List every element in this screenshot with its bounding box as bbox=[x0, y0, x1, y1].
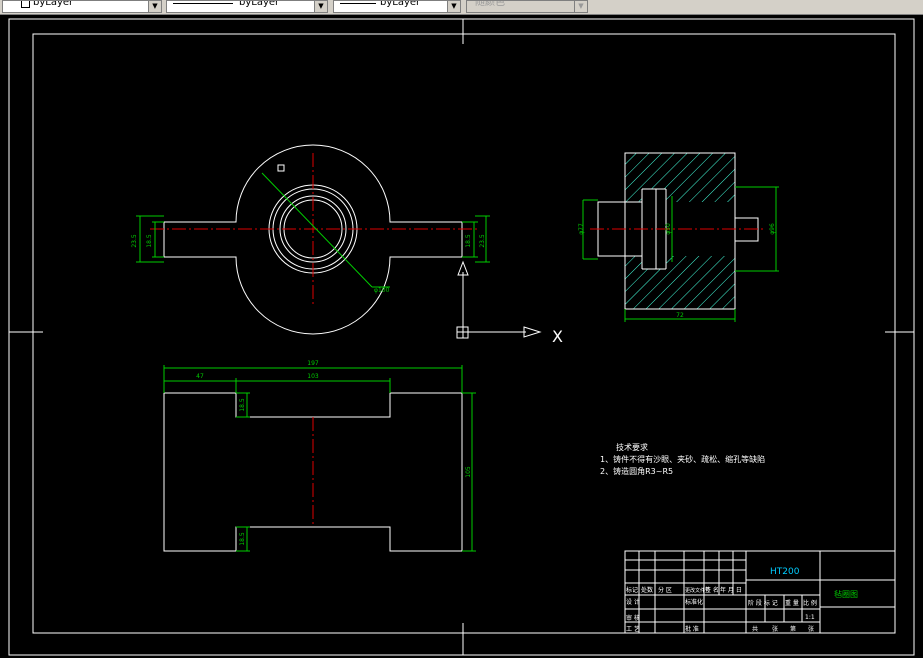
lineweight-value: byLayer bbox=[380, 0, 421, 8]
dim-side-bottom: 72 bbox=[676, 312, 684, 319]
ucs-x-label: X bbox=[552, 327, 563, 346]
lineweight-sample bbox=[340, 3, 376, 4]
plotstyle-combo[interactable]: 随颜色 ▼ bbox=[466, 0, 588, 13]
tb-sheet2: 张 bbox=[808, 625, 814, 633]
color-combo[interactable]: byLayer ▼ bbox=[2, 0, 162, 13]
material-text: HT200 bbox=[770, 567, 800, 577]
dim-side-mid: φ50 bbox=[665, 223, 672, 235]
dim-front-total: 197 bbox=[307, 360, 319, 367]
part-name: 毡圈图 bbox=[834, 589, 858, 599]
tb-count: 处数 bbox=[641, 586, 653, 594]
front-view: 197 47 103 18.5 18.5 105 bbox=[163, 360, 476, 552]
centering-marks bbox=[9, 19, 914, 655]
inner-frame bbox=[32, 33, 896, 634]
dim-front-height: 105 bbox=[465, 466, 472, 478]
tb-stage: 阶 段 标 记 bbox=[748, 599, 778, 607]
dim-top-right-inner: 18.5 bbox=[465, 234, 472, 248]
dim-front-mid: 103 bbox=[307, 373, 319, 380]
top-view: 23.5 18.5 18.5 23.5 φ100 bbox=[131, 144, 490, 335]
tech-line-2: 2、铸造圆角R3~R5 bbox=[600, 466, 673, 476]
linetype-combo[interactable]: byLayer ▼ bbox=[166, 0, 328, 13]
dim-diameter-100: φ100 bbox=[374, 287, 390, 294]
tb-approve: 批 准 bbox=[685, 625, 699, 633]
dim-top-right-outer: 23.5 bbox=[479, 234, 486, 248]
tb-sign: 签 名 bbox=[705, 586, 719, 594]
chevron-down-icon[interactable]: ▼ bbox=[314, 1, 327, 12]
ucs-icon bbox=[456, 260, 542, 339]
outer-frame bbox=[8, 18, 915, 656]
drawing-canvas[interactable]: 23.5 18.5 18.5 23.5 φ100 X φ77 φ50 φ96 7… bbox=[0, 15, 923, 658]
dim-top-left-inner: 18.5 bbox=[146, 234, 153, 248]
diameter-leader bbox=[261, 172, 373, 288]
tb-std: 标准化 bbox=[685, 598, 703, 606]
tb-process: 工 艺 bbox=[626, 625, 640, 633]
tb-review: 审 核 bbox=[626, 614, 640, 622]
dim-side-left: φ77 bbox=[578, 223, 585, 235]
chevron-down-icon[interactable]: ▼ bbox=[574, 1, 587, 12]
flange-outline bbox=[163, 144, 463, 335]
tech-title: 技术要求 bbox=[616, 442, 648, 452]
tb-mark: 标记 bbox=[626, 586, 638, 594]
tb-design: 设 计 bbox=[626, 598, 640, 606]
dim-front-notch-bottom: 18.5 bbox=[239, 532, 246, 546]
properties-toolbar: byLayer ▼ byLayer ▼ byLayer ▼ 随颜色 ▼ bbox=[0, 0, 923, 15]
tb-ratio: 比 例 bbox=[803, 599, 817, 607]
dim-side-right: φ96 bbox=[769, 223, 776, 235]
tb-zone: 分 区 bbox=[658, 586, 672, 594]
lineweight-combo[interactable]: byLayer ▼ bbox=[333, 0, 461, 13]
chevron-down-icon[interactable]: ▼ bbox=[447, 1, 460, 12]
color-value: byLayer bbox=[33, 0, 74, 8]
grip-square bbox=[277, 164, 285, 172]
linetype-value: byLayer bbox=[239, 0, 280, 8]
tb-weight: 重 量 bbox=[785, 599, 799, 607]
tech-requirements: 技术要求 1、铸件不得有沙眼、夹砂、疏松、缩孔等缺陷 2、铸造圆角R3~R5 bbox=[600, 442, 765, 476]
tech-line-1: 1、铸件不得有沙眼、夹砂、疏松、缩孔等缺陷 bbox=[600, 454, 765, 464]
chevron-down-icon[interactable]: ▼ bbox=[148, 1, 161, 12]
color-swatch bbox=[21, 1, 30, 8]
tb-sheet: 张 bbox=[772, 625, 778, 633]
plotstyle-value: 随颜色 bbox=[475, 0, 505, 8]
tb-total: 共 bbox=[752, 625, 758, 633]
dim-top-left-outer: 23.5 bbox=[131, 234, 138, 248]
linetype-sample bbox=[173, 3, 233, 4]
tb-page: 第 bbox=[790, 625, 796, 633]
tb-scale: 1:1 bbox=[805, 614, 815, 621]
dim-front-left: 47 bbox=[196, 373, 204, 380]
side-view: φ77 φ50 φ96 72 bbox=[578, 152, 779, 322]
tb-date: 年 月 日 bbox=[720, 586, 742, 594]
dim-front-notch-top: 18.5 bbox=[239, 398, 246, 412]
